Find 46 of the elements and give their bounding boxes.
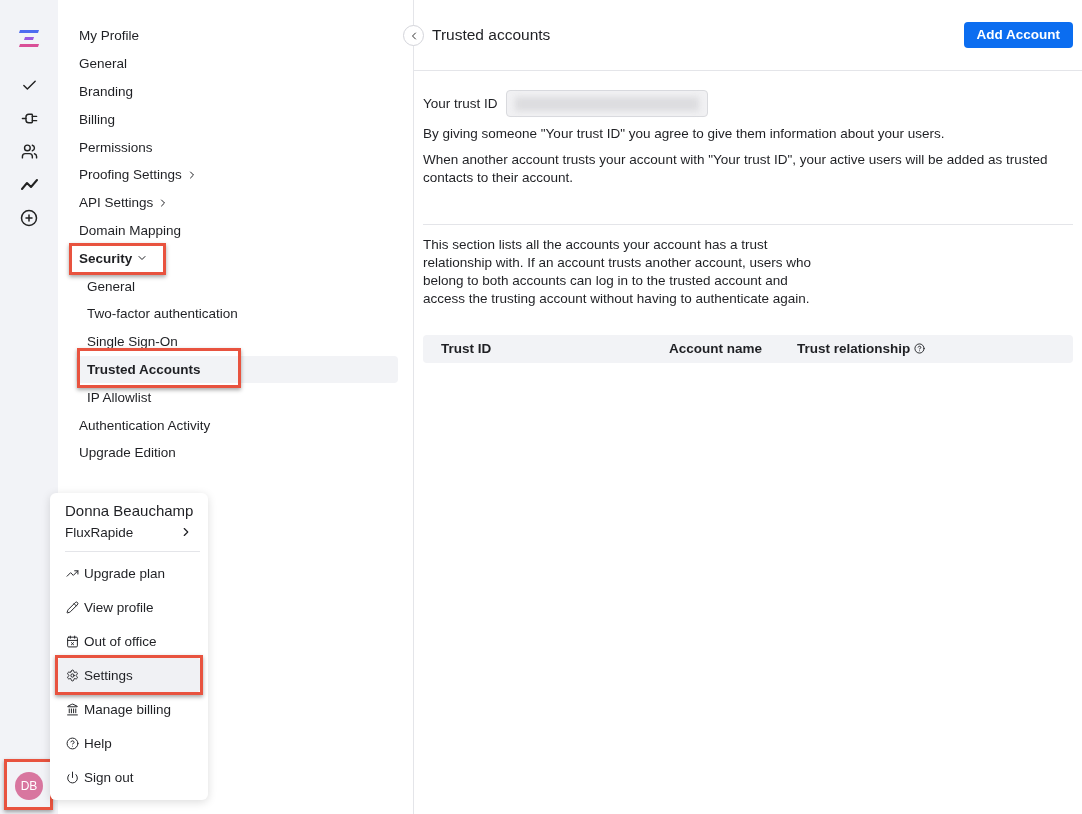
page-title: Trusted accounts (432, 26, 551, 44)
nav-item[interactable]: General (76, 272, 398, 300)
trust-id-label: Your trust ID (423, 96, 498, 111)
menu-item[interactable]: Help (58, 726, 200, 760)
trust-id-field[interactable] (505, 90, 708, 117)
nav-item[interactable]: Domain Mapping (76, 216, 398, 245)
nav-item[interactable]: API Settings (76, 188, 398, 217)
nav-item[interactable]: Billing (76, 105, 398, 134)
nav-item[interactable]: Proofing Settings (76, 161, 398, 189)
nav-item[interactable]: Upgrade Edition (76, 438, 398, 467)
logo-icon[interactable] (19, 30, 39, 47)
menu-item[interactable]: Sign out (58, 760, 200, 794)
add-account-button[interactable]: Add Account (963, 21, 1073, 48)
info-text: When another account trusts your account with "Your trust ID", your active users will be added as trusted contacts to their account. (423, 150, 1049, 187)
calendar-x-icon (66, 634, 79, 648)
section-description: This section lists all the accounts your account has a trust relationship with. If an account trusts another account, users who belong to both accounts can log in to the trusted account and access the trusting account without having to authenticate again. (423, 236, 812, 308)
column-header: Account name (669, 341, 764, 357)
help-icon (66, 736, 79, 750)
help-icon[interactable] (914, 343, 926, 355)
menu-item[interactable]: Upgrade plan (58, 556, 200, 590)
collapse-button[interactable] (403, 25, 424, 46)
nav-item[interactable]: Branding (76, 77, 398, 106)
nav-item[interactable]: General (76, 49, 398, 78)
menu-item[interactable]: Manage billing (58, 692, 200, 726)
pencil-icon (66, 600, 79, 614)
settings-icon (66, 668, 79, 682)
account-switcher[interactable]: FluxRapide (65, 521, 193, 543)
line-chart-icon[interactable] (20, 176, 38, 193)
users-icon[interactable] (20, 143, 38, 160)
nav-item[interactable]: My Profile (76, 22, 398, 50)
menu-item[interactable]: Out of office (58, 624, 200, 658)
add-circle-icon[interactable] (20, 209, 38, 227)
nav-item[interactable]: IP Allowlist (76, 383, 398, 412)
nav-item[interactable]: Permissions (76, 133, 398, 161)
nav-item[interactable]: Single Sign-On (76, 327, 398, 356)
column-header: Trust ID (441, 341, 493, 357)
power-icon (66, 770, 79, 784)
column-header: Trust relationship (797, 341, 1073, 357)
nav-item[interactable]: Security (76, 244, 398, 273)
nav-item[interactable]: Authentication Activity (76, 411, 398, 439)
menu-item[interactable]: Settings (58, 658, 200, 692)
info-text: By giving someone "Your trust ID" you agree to give them information about your users. (423, 125, 946, 143)
menu-item[interactable]: View profile (58, 590, 200, 624)
nav-item[interactable]: Two-factor authentication (76, 299, 398, 328)
user-name: Donna Beauchamp (65, 501, 193, 521)
bank-icon (66, 702, 79, 716)
